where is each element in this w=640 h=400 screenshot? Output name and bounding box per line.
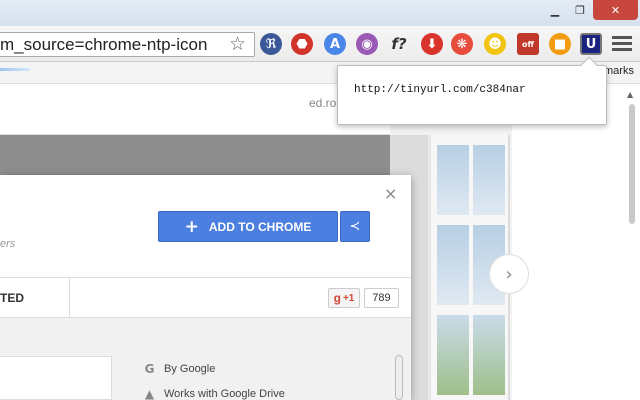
store-header: [0, 85, 390, 135]
meta-by-google-text: By Google: [164, 362, 216, 375]
dialog-scrollbar[interactable]: [395, 355, 403, 400]
cat-icon[interactable]: ☻: [484, 33, 506, 55]
other-bookmarks-label[interactable]: marks: [604, 65, 634, 77]
tab-divider: [69, 277, 70, 318]
cube-icon[interactable]: ■: [549, 33, 571, 55]
scrollbar-thumb[interactable]: [629, 104, 635, 224]
tab-related[interactable]: TED: [0, 291, 24, 305]
google-drive-icon: ▲: [144, 386, 155, 400]
screenshot-thumbnail[interactable]: [0, 356, 112, 400]
color-picker-icon[interactable]: ❋: [451, 33, 473, 55]
plus-icon: +: [184, 216, 199, 237]
chrome-menu-icon[interactable]: [612, 34, 632, 52]
download-icon[interactable]: ⬇: [421, 33, 443, 55]
stop-icon[interactable]: ⬣: [291, 33, 313, 55]
meta-by-google: G By Google: [143, 361, 216, 376]
side-column: [512, 85, 640, 400]
plus-one-label: +1: [342, 292, 355, 304]
tinyurl-text[interactable]: http://tinyurl.com/c384nar: [354, 84, 526, 96]
meta-drive: ▲ Works with Google Drive: [143, 387, 285, 400]
minimize-button[interactable]: ▁: [542, 0, 568, 20]
bomb-off-icon[interactable]: off: [517, 33, 539, 55]
rss-icon[interactable]: ℜ: [260, 33, 282, 55]
formula-icon[interactable]: f?: [388, 33, 410, 55]
address-bar[interactable]: m_source=chrome-ntp-icon: [0, 32, 255, 57]
meta-drive-text: Works with Google Drive: [164, 387, 285, 400]
color-wheel-icon[interactable]: ◉: [356, 33, 378, 55]
page-scrollbar[interactable]: ▲: [627, 90, 637, 400]
user-count-text: ers: [0, 238, 16, 250]
maximize-button[interactable]: ❐: [568, 0, 592, 20]
google-icon: G: [144, 361, 155, 376]
bookmark-star-icon[interactable]: ☆: [229, 33, 246, 55]
plus-one-count: 789: [364, 288, 399, 308]
share-icon: ≺: [349, 219, 361, 234]
close-window-button[interactable]: ✕: [593, 0, 638, 20]
google-plus-one-button[interactable]: g +1: [328, 288, 360, 308]
share-button[interactable]: ≺: [340, 211, 370, 242]
dialog-close-icon[interactable]: ×: [384, 184, 397, 203]
next-arrow-button[interactable]: ›: [489, 254, 529, 294]
loading-indicator: [0, 68, 30, 71]
add-to-chrome-label: ADD TO CHROME: [208, 219, 312, 234]
address-bar-text: m_source=chrome-ntp-icon: [0, 35, 208, 54]
domain-text: ed.ro: [309, 96, 337, 110]
google-g-icon: g: [333, 291, 341, 305]
scroll-up-icon[interactable]: ▲: [627, 90, 637, 99]
add-to-chrome-button[interactable]: + ADD TO CHROME: [158, 211, 338, 242]
tinyurl-icon[interactable]: U: [580, 33, 602, 55]
translate-icon[interactable]: A: [324, 33, 346, 55]
